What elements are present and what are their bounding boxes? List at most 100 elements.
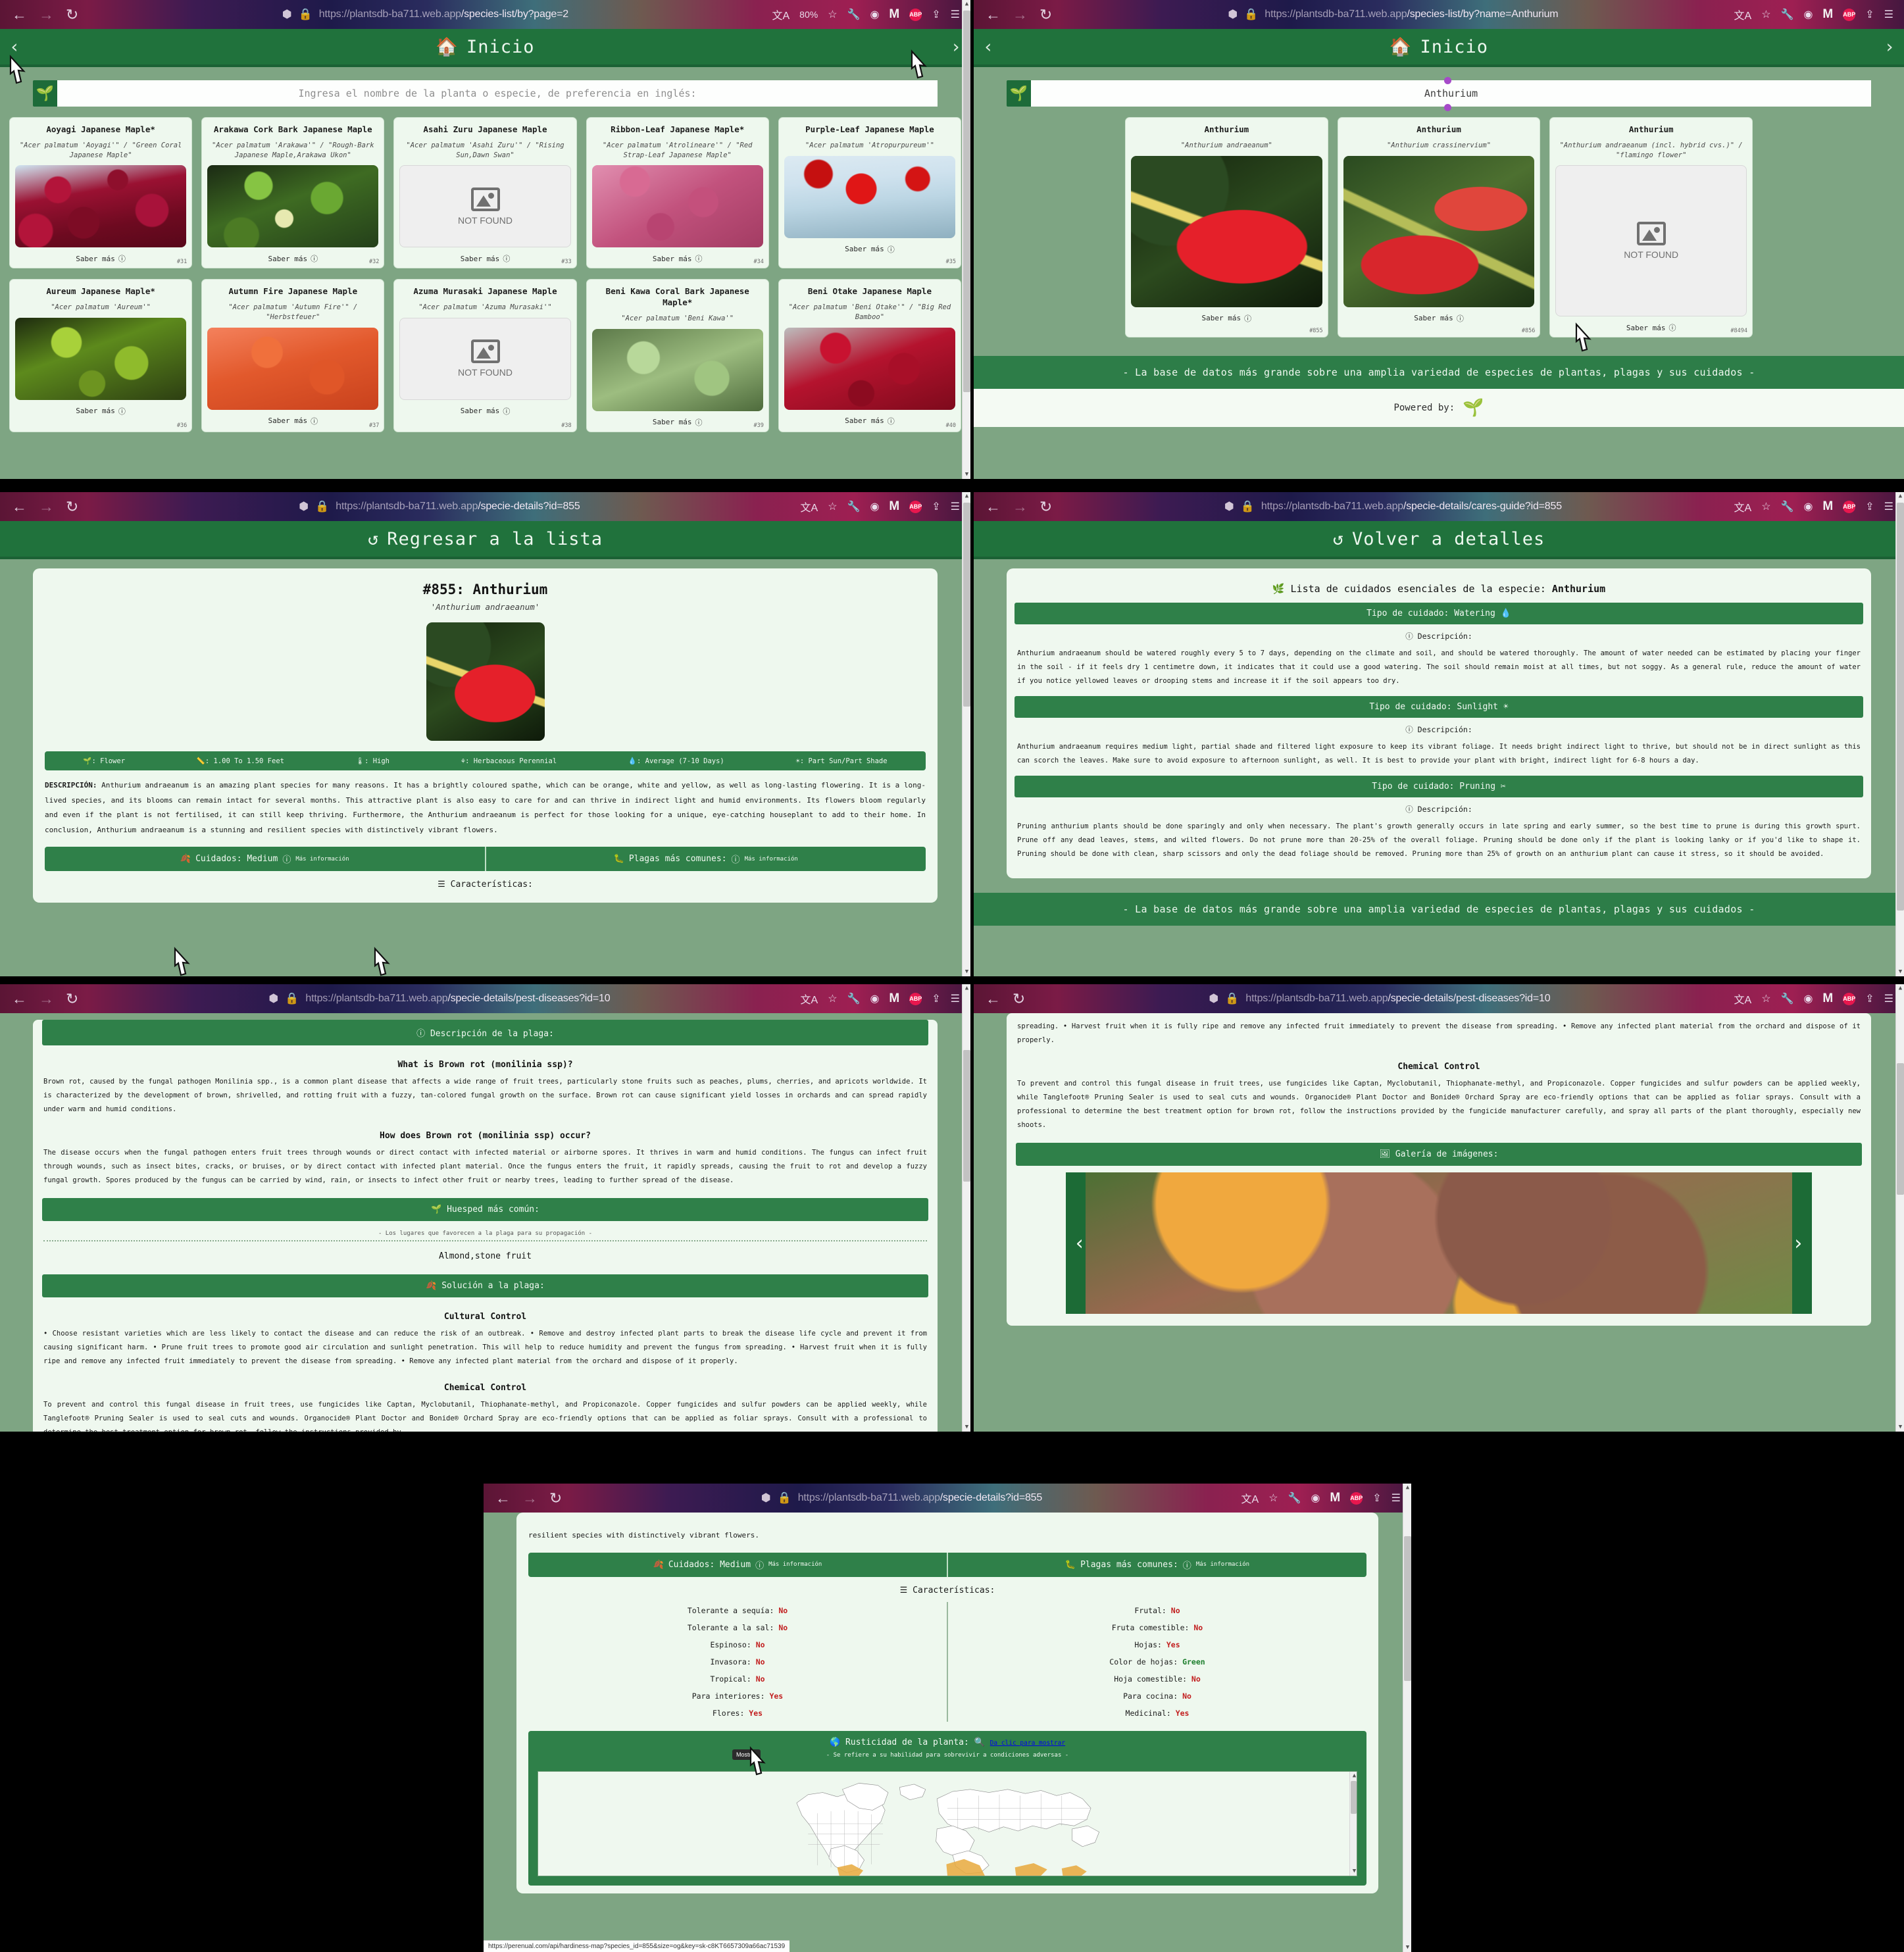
menu-icon[interactable]: ☰ [1884,992,1893,1005]
scrollbar-thumb[interactable] [963,11,970,392]
abp-extension-icon[interactable]: ABP [1843,8,1855,21]
cuidados-button[interactable]: 🍂 Cuidados: Medium ⓘ Más información [45,847,486,872]
reload-icon[interactable]: ↻ [1040,498,1052,516]
abp-extension-icon[interactable]: ABP [1350,1491,1363,1505]
extension-wrench-icon[interactable]: 🔧 [847,992,861,1005]
vertical-scrollbar[interactable]: ▲ ▼ [962,984,970,1432]
reload-icon[interactable]: ↻ [66,6,78,24]
scroll-up-arrow[interactable]: ▲ [963,984,970,993]
vertical-scrollbar[interactable]: ▲ ▼ [962,492,970,976]
share-icon[interactable]: ⇪ [932,500,940,513]
scrollbar-thumb[interactable] [1351,1780,1357,1814]
account-icon[interactable]: ◉ [1803,8,1813,21]
account-icon[interactable]: ◉ [870,8,879,21]
species-card[interactable]: Azuma Murasaki Japanese Maple "Acer palm… [393,279,577,432]
species-card[interactable]: Anthurium "Anthurium andraeanum" Saber m… [1125,117,1328,338]
bookmark-star-icon[interactable]: ☆ [1761,8,1770,21]
abp-extension-icon[interactable]: ABP [909,500,922,513]
prev-page-button[interactable]: ‹ [983,37,993,57]
share-icon[interactable]: ⇪ [1865,992,1874,1005]
back-icon[interactable]: ← [495,1489,511,1507]
saber-mas-link[interactable]: Saber más ⓘ [268,253,318,264]
search-input[interactable] [57,80,938,107]
back-icon[interactable]: ← [986,498,1001,516]
saber-mas-link[interactable]: Saber más ⓘ [653,253,703,264]
back-to-list-button[interactable]: ↺ Regresar a la lista [368,529,603,549]
map-scrollbar[interactable]: ▲ ▼ [1349,1771,1357,1876]
account-icon[interactable]: ◉ [870,992,879,1005]
translate-icon[interactable]: 文A [801,499,818,514]
species-card[interactable]: Aoyagi Japanese Maple* "Acer palmatum 'A… [9,117,193,269]
menu-icon[interactable]: ☰ [1884,500,1893,513]
forward-icon[interactable]: → [522,1489,538,1507]
extension-wrench-icon[interactable]: 🔧 [1288,1491,1301,1505]
scroll-up-arrow[interactable]: ▲ [1896,984,1904,993]
m-extension-icon[interactable]: M [1822,7,1833,22]
saber-mas-link[interactable]: Saber más ⓘ [76,406,126,416]
extension-wrench-icon[interactable]: 🔧 [847,8,861,21]
account-icon[interactable]: ◉ [1803,500,1813,513]
abp-extension-icon[interactable]: ABP [909,8,922,21]
gallery-next-button[interactable]: › [1792,1232,1804,1255]
reload-icon[interactable]: ↻ [66,990,78,1008]
species-card[interactable]: Aureum Japanese Maple* "Acer palmatum 'A… [9,279,193,432]
hardiness-show-link[interactable]: Da clic para mostrar [990,1739,1065,1747]
address-bar[interactable]: ⬢ 🔒 https://plantsdb-ba711.web.app/speci… [562,1491,1241,1505]
menu-icon[interactable]: ☰ [951,992,960,1005]
text-selection-handle-bottom[interactable] [1444,104,1451,111]
next-page-button[interactable]: › [1884,37,1895,57]
scrollbar-thumb[interactable] [963,1050,970,1182]
scroll-up-arrow[interactable]: ▲ [963,0,970,9]
scrollbar-thumb[interactable] [1897,1063,1904,1195]
m-extension-icon[interactable]: M [889,499,899,514]
back-to-details-button[interactable]: ↺ Volver a detalles [1333,529,1545,549]
translate-icon[interactable]: 文A [1734,499,1752,514]
reload-icon[interactable]: ↻ [1040,6,1052,24]
menu-icon[interactable]: ☰ [951,8,960,21]
forward-icon[interactable]: → [39,990,54,1008]
abp-extension-icon[interactable]: ABP [909,992,922,1005]
extension-wrench-icon[interactable]: 🔧 [1781,992,1794,1005]
back-icon[interactable]: ← [12,6,27,24]
translate-icon[interactable]: 文A [1241,1490,1259,1506]
scroll-down-arrow[interactable]: ▼ [963,1423,970,1432]
species-card[interactable]: Beni Otake Japanese Maple "Acer palmatum… [778,279,962,432]
species-card[interactable]: Beni Kawa Coral Bark Japanese Maple* "Ac… [586,279,769,432]
address-bar[interactable]: ⬢ 🔒 https://plantsdb-ba711.web.app/speci… [78,992,800,1005]
scroll-up-arrow[interactable]: ▲ [963,492,970,501]
m-extension-icon[interactable]: M [889,7,899,22]
plagas-button[interactable]: 🐛 Plagas más comunes: ⓘ Más información [948,1553,1366,1577]
scroll-up-arrow[interactable]: ▲ [1896,492,1904,501]
back-icon[interactable]: ← [986,990,1001,1008]
saber-mas-link[interactable]: Saber más ⓘ [845,416,895,426]
vertical-scrollbar[interactable]: ▲ ▼ [1403,1484,1411,1952]
forward-icon[interactable]: → [1013,498,1028,516]
scroll-down-arrow[interactable]: ▼ [1896,1423,1904,1432]
saber-mas-link[interactable]: Saber más ⓘ [461,253,511,264]
bookmark-star-icon[interactable]: ☆ [1761,500,1770,513]
search-input[interactable] [1031,80,1871,107]
species-card[interactable]: Arakawa Cork Bark Japanese Maple "Acer p… [201,117,385,269]
scroll-down-arrow[interactable]: ▼ [963,968,970,976]
scrollbar-thumb[interactable] [1404,1536,1411,1681]
translate-icon[interactable]: 文A [1734,991,1752,1007]
saber-mas-link[interactable]: Saber más ⓘ [268,416,318,426]
abp-extension-icon[interactable]: ABP [1843,500,1855,513]
reload-icon[interactable]: ↻ [549,1489,562,1507]
next-page-button[interactable]: › [951,37,961,57]
account-icon[interactable]: ◉ [1803,992,1813,1005]
translate-icon[interactable]: 文A [801,991,818,1007]
share-icon[interactable]: ⇪ [1372,1491,1381,1505]
saber-mas-link[interactable]: Saber más ⓘ [653,417,703,428]
translate-icon[interactable]: 文A [772,7,789,22]
cuidados-button[interactable]: 🍂 Cuidados: Medium ⓘ Más información [528,1552,948,1577]
scroll-down-arrow[interactable]: ▼ [1896,968,1904,976]
menu-icon[interactable]: ☰ [951,500,960,513]
back-icon[interactable]: ← [986,6,1001,24]
species-card[interactable]: Purple-Leaf Japanese Maple "Acer palmatu… [778,117,962,269]
m-extension-icon[interactable]: M [889,991,899,1006]
address-bar[interactable]: ⬢ 🔒 https://plantsdb-ba711.web.app/speci… [78,8,772,21]
species-card[interactable]: Autumn Fire Japanese Maple "Acer palmatu… [201,279,385,432]
bookmark-star-icon[interactable]: ☆ [828,8,837,21]
saber-mas-link[interactable]: Saber más ⓘ [845,244,895,255]
